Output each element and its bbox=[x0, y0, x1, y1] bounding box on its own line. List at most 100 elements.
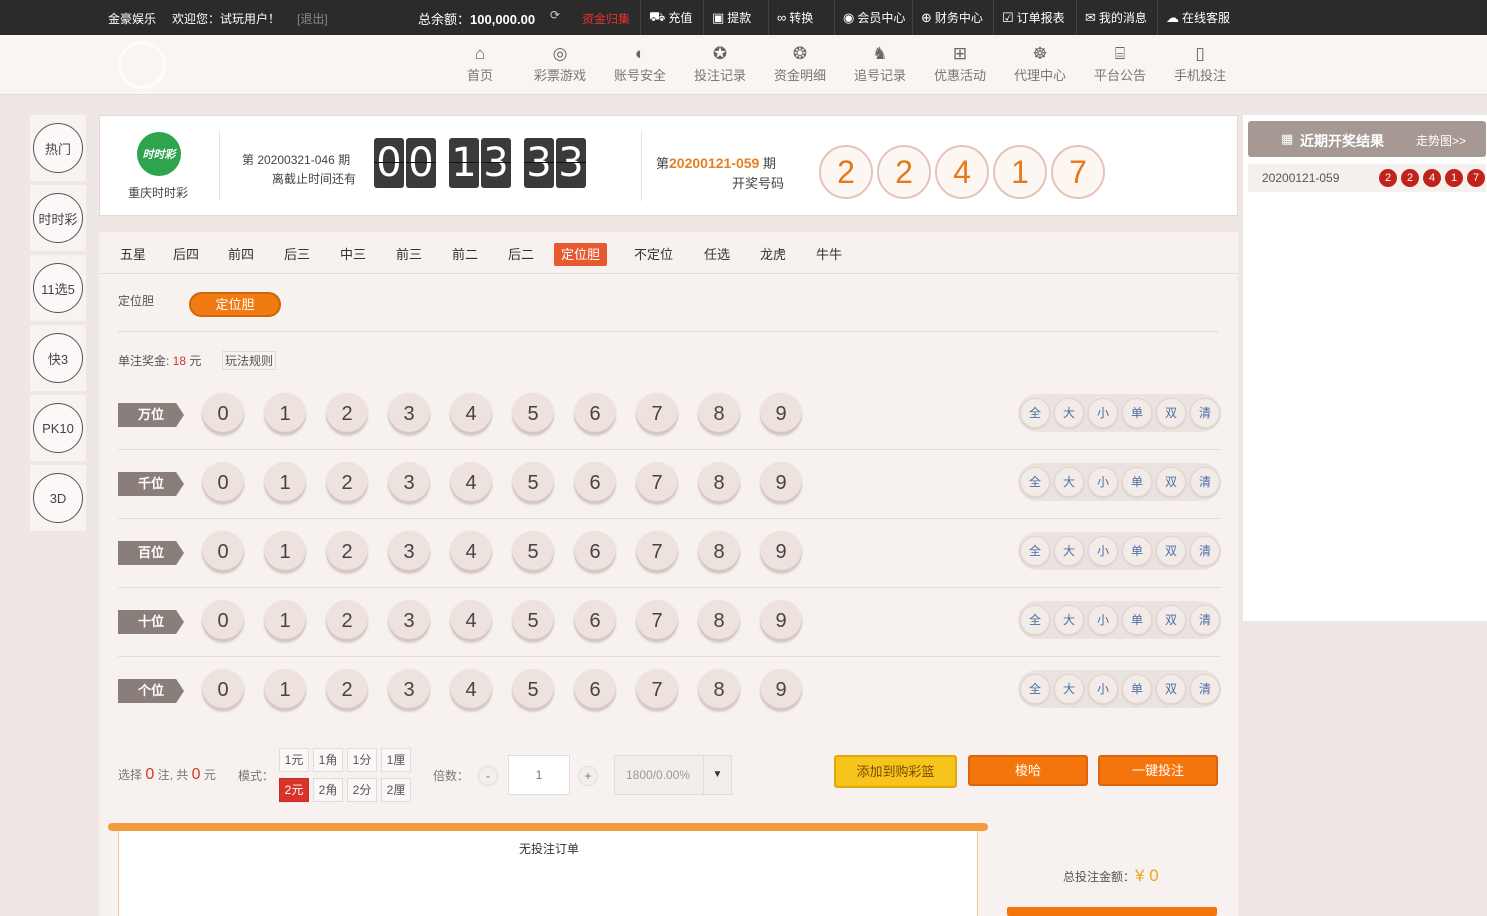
digit-ball[interactable]: 4 bbox=[450, 462, 492, 504]
quick-select-button[interactable]: 单 bbox=[1122, 536, 1152, 566]
quick-select-button[interactable]: 双 bbox=[1156, 398, 1186, 428]
tab-2[interactable]: 前四 bbox=[221, 243, 261, 266]
category-item[interactable]: 时时彩 bbox=[30, 185, 86, 251]
category-label[interactable]: 时时彩 bbox=[33, 193, 83, 243]
rebate-select[interactable]: 1800/0.00% ▼ bbox=[614, 755, 732, 795]
quick-select-button[interactable]: 全 bbox=[1020, 536, 1050, 566]
digit-ball[interactable]: 6 bbox=[574, 669, 616, 711]
digit-ball[interactable]: 3 bbox=[388, 393, 430, 435]
digit-ball[interactable]: 0 bbox=[202, 669, 244, 711]
quick-select-button[interactable]: 全 bbox=[1020, 674, 1050, 704]
quick-select-button[interactable]: 双 bbox=[1156, 467, 1186, 497]
quick-select-button[interactable]: 小 bbox=[1088, 536, 1118, 566]
nav-item-home[interactable]: ⌂ 首页 bbox=[440, 43, 520, 84]
quick-select-button[interactable]: 双 bbox=[1156, 536, 1186, 566]
digit-ball[interactable]: 9 bbox=[760, 531, 802, 573]
mode-button[interactable]: 1角 bbox=[313, 748, 343, 772]
tab-11[interactable]: 龙虎 bbox=[753, 243, 793, 266]
digit-ball[interactable]: 4 bbox=[450, 669, 492, 711]
multiple-minus-button[interactable]: - bbox=[478, 766, 498, 786]
category-label[interactable]: 3D bbox=[33, 473, 83, 523]
nav-item-gift[interactable]: ⊞ 优惠活动 bbox=[920, 43, 1000, 84]
tab-12[interactable]: 牛牛 bbox=[809, 243, 849, 266]
category-label[interactable]: 快3 bbox=[33, 333, 83, 383]
quick-select-button[interactable]: 大 bbox=[1054, 398, 1084, 428]
quick-select-button[interactable]: 小 bbox=[1088, 398, 1118, 428]
topnav-infinity[interactable]: ∞ 转换 bbox=[768, 0, 821, 35]
category-label[interactable]: 热门 bbox=[33, 123, 83, 173]
digit-ball[interactable]: 1 bbox=[264, 600, 306, 642]
digit-ball[interactable]: 6 bbox=[574, 393, 616, 435]
digit-ball[interactable]: 4 bbox=[450, 600, 492, 642]
trend-chart-link[interactable]: 走势图>> bbox=[1416, 132, 1466, 149]
tab-8[interactable]: 定位胆 bbox=[554, 243, 608, 266]
nav-item-mobile[interactable]: ▯ 手机投注 bbox=[1160, 43, 1240, 84]
nav-item-records[interactable]: ✪ 投注记录 bbox=[680, 43, 760, 84]
digit-ball[interactable]: 1 bbox=[264, 531, 306, 573]
quick-select-button[interactable]: 清 bbox=[1190, 536, 1220, 566]
quick-select-button[interactable]: 大 bbox=[1054, 536, 1084, 566]
category-item[interactable]: 热门 bbox=[30, 115, 86, 181]
digit-ball[interactable]: 4 bbox=[450, 393, 492, 435]
tab-3[interactable]: 后三 bbox=[277, 243, 317, 266]
nav-item-lottery[interactable]: ◎ 彩票游戏 bbox=[520, 43, 600, 84]
mode-button[interactable]: 2角 bbox=[313, 778, 343, 802]
quick-select-button[interactable]: 清 bbox=[1190, 398, 1220, 428]
digit-ball[interactable]: 7 bbox=[636, 600, 678, 642]
tab-4[interactable]: 中三 bbox=[333, 243, 373, 266]
digit-ball[interactable]: 3 bbox=[388, 600, 430, 642]
digit-ball[interactable]: 9 bbox=[760, 600, 802, 642]
digit-ball[interactable]: 8 bbox=[698, 600, 740, 642]
digit-ball[interactable]: 6 bbox=[574, 600, 616, 642]
nav-item-shield[interactable]: ◐ 账号安全 bbox=[600, 43, 680, 84]
quick-select-button[interactable]: 小 bbox=[1088, 605, 1118, 635]
mode-button[interactable]: 2厘 bbox=[381, 778, 411, 802]
quick-select-button[interactable]: 小 bbox=[1088, 467, 1118, 497]
digit-ball[interactable]: 0 bbox=[202, 393, 244, 435]
tab-0[interactable]: 五星 bbox=[113, 243, 153, 266]
shuffle-button[interactable]: 梭哈 bbox=[968, 755, 1088, 786]
multiple-plus-button[interactable]: + bbox=[578, 766, 598, 786]
category-label[interactable]: PK10 bbox=[33, 403, 83, 453]
chevron-down-icon[interactable]: ▼ bbox=[703, 756, 731, 794]
digit-ball[interactable]: 7 bbox=[636, 462, 678, 504]
quick-select-button[interactable]: 清 bbox=[1190, 674, 1220, 704]
quick-select-button[interactable]: 清 bbox=[1190, 467, 1220, 497]
digit-ball[interactable]: 0 bbox=[202, 531, 244, 573]
digit-ball[interactable]: 5 bbox=[512, 462, 554, 504]
digit-ball[interactable]: 8 bbox=[698, 531, 740, 573]
digit-ball[interactable]: 7 bbox=[636, 531, 678, 573]
quick-select-button[interactable]: 双 bbox=[1156, 605, 1186, 635]
mode-button[interactable]: 1分 bbox=[347, 748, 377, 772]
quick-select-button[interactable]: 清 bbox=[1190, 605, 1220, 635]
digit-ball[interactable]: 9 bbox=[760, 669, 802, 711]
mode-button[interactable]: 1厘 bbox=[381, 748, 411, 772]
sub-play-button[interactable]: 定位胆 bbox=[189, 292, 281, 317]
refresh-icon[interactable]: ⟳ bbox=[550, 8, 560, 22]
digit-ball[interactable]: 1 bbox=[264, 393, 306, 435]
quick-select-button[interactable]: 全 bbox=[1020, 398, 1050, 428]
digit-ball[interactable]: 2 bbox=[326, 531, 368, 573]
digit-ball[interactable]: 5 bbox=[512, 531, 554, 573]
quick-select-button[interactable]: 全 bbox=[1020, 467, 1050, 497]
category-item[interactable]: 11选5 bbox=[30, 255, 86, 321]
digit-ball[interactable]: 9 bbox=[760, 462, 802, 504]
topnav-gift-box[interactable]: ⛟ 充值 bbox=[640, 0, 700, 35]
digit-ball[interactable]: 8 bbox=[698, 462, 740, 504]
category-label[interactable]: 11选5 bbox=[33, 263, 83, 313]
digit-ball[interactable]: 8 bbox=[698, 393, 740, 435]
mode-button[interactable]: 1元 bbox=[279, 748, 309, 772]
tab-5[interactable]: 前三 bbox=[389, 243, 429, 266]
mode-button[interactable]: 2元 bbox=[279, 778, 309, 802]
multiple-input[interactable]: 1 bbox=[508, 755, 570, 795]
digit-ball[interactable]: 5 bbox=[512, 600, 554, 642]
tab-6[interactable]: 前二 bbox=[445, 243, 485, 266]
digit-ball[interactable]: 5 bbox=[512, 669, 554, 711]
digit-ball[interactable]: 9 bbox=[760, 393, 802, 435]
digit-ball[interactable]: 2 bbox=[326, 669, 368, 711]
digit-ball[interactable]: 0 bbox=[202, 600, 244, 642]
topnav-user[interactable]: ◉ 会员中心 bbox=[834, 0, 913, 35]
mode-button[interactable]: 2分 bbox=[347, 778, 377, 802]
digit-ball[interactable]: 8 bbox=[698, 669, 740, 711]
tab-9[interactable]: 不定位 bbox=[627, 243, 680, 266]
